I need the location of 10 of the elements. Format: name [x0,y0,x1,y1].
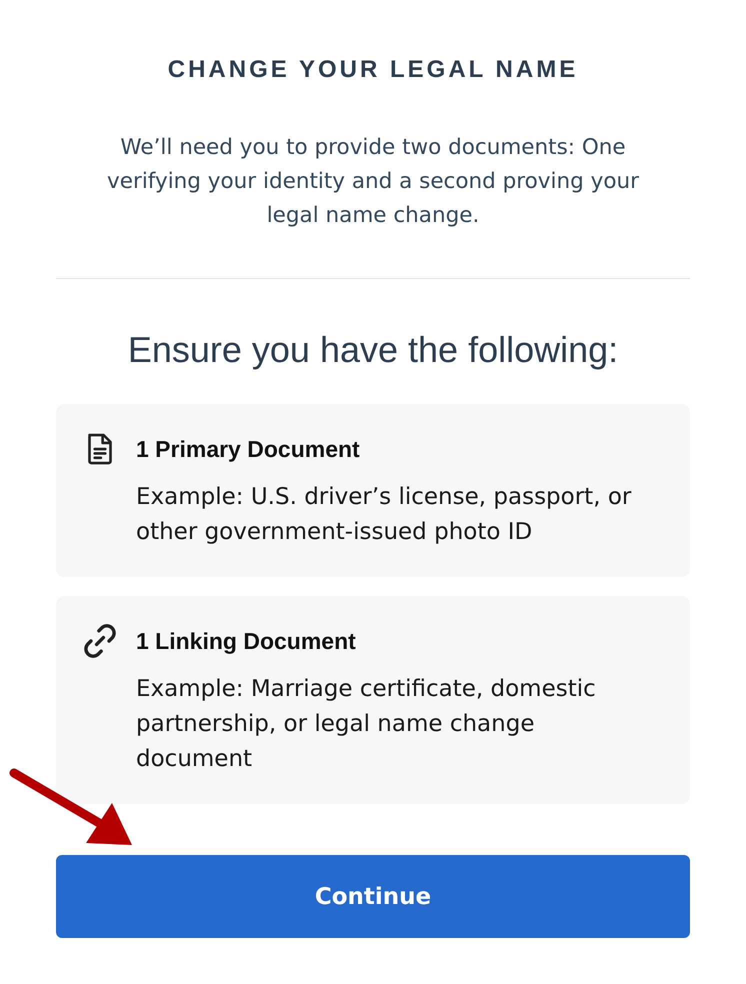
document-description: Example: Marriage certificate, domestic partnership, or legal name change document [136,675,597,774]
document-title: 1 Linking Document [136,627,357,656]
document-icon [86,433,114,465]
link-icon [83,624,117,658]
document-description: Example: U.S. driver’s license, passport, or other government-issued photo ID [136,483,632,547]
page-title: CHANGE YOUR LEGAL NAME [166,55,580,85]
section-heading: Ensure you have the following: [126,328,620,372]
continue-button[interactable]: Continue [56,855,690,938]
document-title: 1 Primary Document [136,435,361,464]
intro-text: We’ll need you to provide two documents: One verifying your identity and a second proving your legal name change. [106,134,640,230]
